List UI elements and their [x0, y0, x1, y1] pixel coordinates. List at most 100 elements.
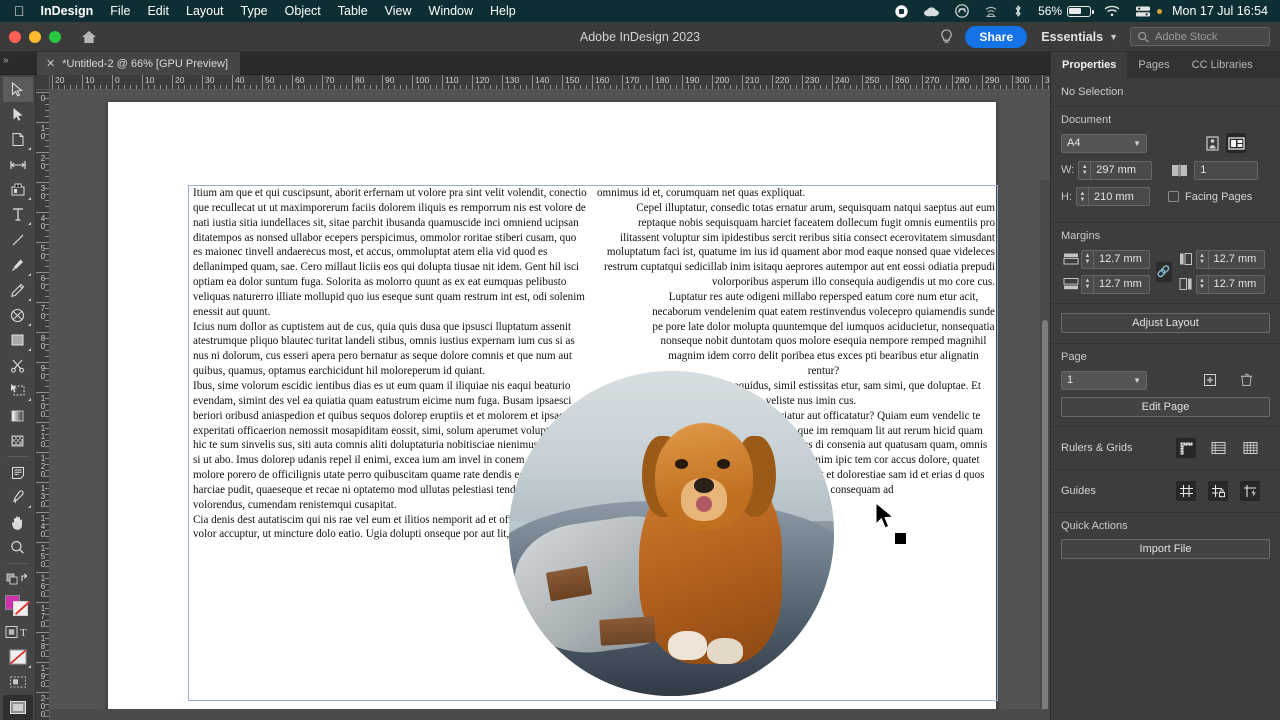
smart-guides-icon[interactable]	[1240, 481, 1260, 501]
link-icon[interactable]: 🔗	[1155, 261, 1172, 282]
selection-tool[interactable]	[2, 77, 33, 103]
document-page[interactable]: Itium am que et qui cuscipsunt, aborit e…	[108, 102, 998, 720]
hand-tool[interactable]	[3, 510, 33, 535]
control-center-icon[interactable]	[1135, 5, 1151, 18]
show-guides-icon[interactable]	[1176, 481, 1196, 501]
height-field[interactable]: 210 mm	[1088, 187, 1150, 206]
chevron-down-icon[interactable]: ▼	[1109, 32, 1118, 42]
menu-item-object[interactable]: Object	[285, 4, 321, 18]
chevron-double-right-icon[interactable]: »	[3, 55, 9, 66]
home-icon[interactable]	[81, 30, 97, 44]
add-page-icon[interactable]	[1200, 370, 1220, 390]
page-number-select[interactable]: 1 ▼	[1061, 370, 1147, 390]
type-tool[interactable]	[3, 202, 33, 227]
menu-item-table[interactable]: Table	[338, 4, 368, 18]
tab-cc-libraries[interactable]: CC Libraries	[1181, 52, 1264, 78]
gradient-feather-tool[interactable]	[3, 428, 33, 453]
canvas-horizontal-scrollbar[interactable]	[50, 709, 1050, 720]
pencil-tool[interactable]	[3, 278, 33, 303]
canvas-vertical-scrollbar[interactable]	[1040, 180, 1050, 720]
menu-item-file[interactable]: File	[110, 4, 130, 18]
search-input[interactable]: Adobe Stock	[1155, 31, 1217, 43]
adobe-stock-search[interactable]: Adobe Stock	[1130, 27, 1270, 46]
document-tab[interactable]: ✕ *Untitled-2 @ 66% [GPU Preview]	[37, 52, 241, 75]
apple-logo-icon[interactable]: 	[14, 4, 25, 18]
menubar-clock[interactable]: Mon 17 Jul 16:54	[1172, 4, 1268, 18]
fill-stroke-swatches[interactable]	[3, 593, 33, 620]
creative-cloud-icon[interactable]	[955, 4, 969, 18]
show-rulers-icon[interactable]	[1176, 438, 1196, 458]
apply-none-icon[interactable]	[3, 645, 33, 670]
bluetooth-icon[interactable]	[1013, 4, 1023, 18]
pen-tool[interactable]	[3, 253, 33, 278]
horizontal-ruler[interactable]: 20 10 0 10 20 30 40 50 60 70 80 90 100 110 120 130 140 15…	[50, 75, 1050, 90]
tab-pages[interactable]: Pages	[1127, 52, 1180, 78]
maximize-window-button[interactable]	[49, 30, 61, 43]
close-window-button[interactable]	[9, 30, 21, 43]
window-controls[interactable]	[9, 30, 69, 43]
pages-count-field[interactable]: 1	[1194, 160, 1259, 180]
menu-item-edit[interactable]: Edit	[147, 4, 169, 18]
lock-guides-icon[interactable]	[1208, 481, 1228, 501]
record-icon[interactable]	[895, 4, 908, 18]
swap-fill-stroke-icon[interactable]	[3, 567, 33, 592]
margin-left-stepper[interactable]: ▲ ▼	[1195, 249, 1208, 269]
margin-top-field[interactable]: 12.7 mm	[1093, 249, 1150, 269]
document-grid-icon[interactable]	[1240, 438, 1260, 458]
gradient-swatch-tool[interactable]	[3, 403, 33, 428]
menu-item-view[interactable]: View	[385, 4, 412, 18]
menu-item-type[interactable]: Type	[241, 4, 268, 18]
share-button[interactable]: Share	[965, 25, 1028, 48]
baseline-grid-icon[interactable]	[1208, 438, 1228, 458]
wifi-icon[interactable]	[1104, 5, 1120, 17]
line-tool[interactable]	[3, 227, 33, 252]
content-collector-tool[interactable]	[3, 177, 33, 202]
height-stepper[interactable]: ▲ ▼	[1076, 187, 1088, 206]
margin-right-stepper[interactable]: ▲ ▼	[1195, 274, 1208, 294]
normal-view-mode-icon[interactable]	[3, 670, 33, 695]
import-file-button[interactable]: Import File	[1061, 539, 1270, 559]
direct-selection-tool[interactable]	[3, 102, 33, 127]
formatting-affects-container-icon[interactable]: T	[3, 620, 33, 645]
lightbulb-icon[interactable]	[940, 28, 953, 45]
orientation-portrait-icon[interactable]	[1202, 133, 1222, 153]
width-field[interactable]: 297 mm	[1090, 160, 1153, 180]
trash-icon[interactable]	[1236, 370, 1256, 390]
vertical-ruler[interactable]: 0102030405060708090100110120130140150160…	[36, 90, 50, 720]
width-stepper[interactable]: ▲ ▼	[1078, 160, 1091, 180]
cloud-icon[interactable]	[923, 5, 940, 17]
orientation-landscape-icon[interactable]	[1226, 133, 1246, 153]
tab-properties[interactable]: Properties	[1051, 52, 1128, 78]
adjust-layout-button[interactable]: Adjust Layout	[1061, 313, 1270, 333]
document-canvas[interactable]: Itium am que et qui cuscipsunt, aborit e…	[50, 90, 1050, 720]
ellipse-frame-tool[interactable]	[3, 303, 33, 328]
margin-top-stepper[interactable]: ▲ ▼	[1081, 249, 1093, 269]
margin-left-field[interactable]: 12.7 mm	[1207, 249, 1265, 269]
scissors-tool[interactable]	[3, 353, 33, 378]
airplay-icon[interactable]	[984, 5, 998, 18]
dog-in-bed-photo[interactable]	[509, 371, 834, 696]
ruler-origin[interactable]	[36, 75, 50, 90]
menu-item-layout[interactable]: Layout	[186, 4, 224, 18]
rectangle-tool[interactable]	[3, 328, 33, 353]
free-transform-tool[interactable]	[3, 378, 33, 403]
page-tool[interactable]	[3, 127, 33, 152]
gap-tool[interactable]	[3, 152, 33, 177]
text-frame[interactable]: Itium am que et qui cuscipsunt, aborit e…	[188, 185, 998, 701]
battery-icon[interactable]	[1067, 5, 1094, 17]
preview-view-mode-icon[interactable]	[2, 694, 33, 720]
margin-right-field[interactable]: 12.7 mm	[1207, 274, 1265, 294]
margin-bottom-stepper[interactable]: ▲ ▼	[1081, 274, 1093, 294]
page-size-select[interactable]: A4 ▼	[1061, 133, 1147, 153]
close-icon[interactable]: ✕	[46, 57, 55, 70]
minimize-window-button[interactable]	[29, 30, 41, 43]
menu-item-indesign[interactable]: InDesign	[41, 4, 94, 18]
menu-item-help[interactable]: Help	[490, 4, 516, 18]
facing-pages-icon[interactable]	[1169, 160, 1189, 180]
edit-page-button[interactable]: Edit Page	[1061, 397, 1270, 417]
note-tool[interactable]	[3, 460, 33, 485]
stroke-swatch[interactable]	[12, 601, 28, 616]
margin-bottom-field[interactable]: 12.7 mm	[1093, 274, 1150, 294]
workspace-selector-label[interactable]: Essentials	[1041, 30, 1103, 44]
eyedropper-tool[interactable]	[3, 485, 33, 510]
